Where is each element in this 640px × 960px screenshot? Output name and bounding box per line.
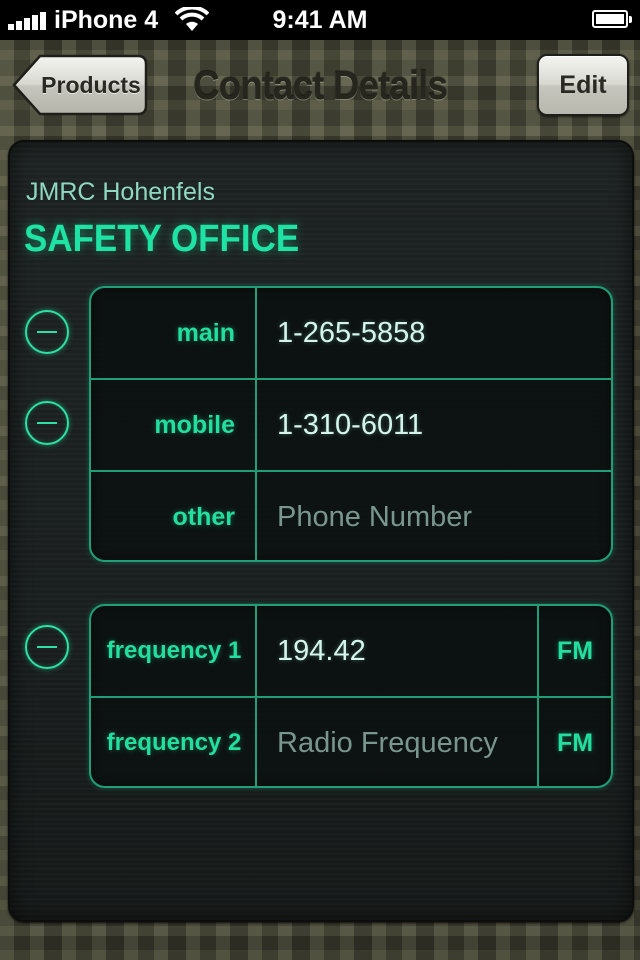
- radio-frequency-input[interactable]: Radio Frequency: [277, 698, 535, 786]
- frequency-band-button[interactable]: FM: [537, 698, 611, 786]
- delete-mobile-phone-button[interactable]: [25, 401, 69, 445]
- frequency-label[interactable]: frequency 2: [91, 698, 257, 786]
- organization-label: JMRC Hohenfels: [26, 178, 215, 206]
- frequency-value[interactable]: 194.42: [277, 606, 535, 696]
- status-bar: iPhone 4 9:41 AM: [0, 0, 640, 40]
- delete-main-phone-button[interactable]: [25, 310, 69, 354]
- phone-label[interactable]: other: [91, 472, 257, 560]
- phone-numbers-group: main 1-265-5858 mobile 1-310-6011 other …: [89, 286, 613, 562]
- back-button-label: Products: [41, 71, 141, 98]
- phone-value[interactable]: 1-310-6011: [277, 380, 611, 470]
- back-button[interactable]: Products: [12, 54, 148, 116]
- phone-row-mobile[interactable]: mobile 1-310-6011: [91, 378, 611, 470]
- page-title: Contact Details: [192, 64, 448, 108]
- phone-value[interactable]: 1-265-5858: [277, 288, 611, 378]
- phone-number-input[interactable]: Phone Number: [277, 472, 611, 560]
- frequencies-group: frequency 1 194.42 FM frequency 2 Radio …: [89, 604, 613, 788]
- edit-button[interactable]: Edit: [537, 54, 629, 116]
- battery-icon: [592, 10, 632, 28]
- frequency-band-button[interactable]: FM: [537, 606, 611, 696]
- phone-label[interactable]: main: [91, 288, 257, 378]
- phone-row-other[interactable]: other Phone Number: [91, 470, 611, 560]
- frequency-row-1[interactable]: frequency 1 194.42 FM: [91, 606, 611, 696]
- contact-name: SAFETY OFFICE: [24, 218, 300, 260]
- status-time: 9:41 AM: [272, 6, 368, 34]
- phone-row-main[interactable]: main 1-265-5858: [91, 288, 611, 378]
- delete-frequency-1-button[interactable]: [25, 625, 69, 669]
- frequency-row-2[interactable]: frequency 2 Radio Frequency FM: [91, 696, 611, 786]
- screen: iPhone 4 9:41 AM Products Contact Detail…: [0, 0, 640, 960]
- phone-label[interactable]: mobile: [91, 380, 257, 470]
- navigation-bar: Products Contact Details Edit: [0, 40, 640, 136]
- frequency-label[interactable]: frequency 1: [91, 606, 257, 696]
